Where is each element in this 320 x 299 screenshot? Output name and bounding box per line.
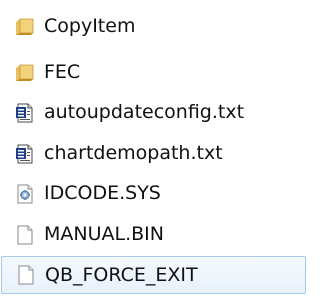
file-item-manual-bin[interactable]: MANUAL.BIN bbox=[0, 216, 308, 252]
blank-file-icon bbox=[15, 264, 37, 286]
folder-icon bbox=[14, 16, 36, 38]
system-file-icon bbox=[14, 183, 36, 205]
file-item-chartdemopath[interactable]: chartdemopath.txt bbox=[0, 135, 308, 171]
file-name: autoupdateconfig.txt bbox=[44, 101, 245, 123]
folder-icon bbox=[14, 62, 36, 84]
blank-file-icon bbox=[14, 224, 36, 246]
file-item-copyitem[interactable]: CopyItem bbox=[0, 8, 308, 44]
file-name: FEC bbox=[44, 61, 81, 83]
text-file-icon bbox=[14, 143, 36, 165]
text-file-icon bbox=[14, 102, 36, 124]
file-name: CopyItem bbox=[44, 15, 136, 37]
file-name: chartdemopath.txt bbox=[44, 142, 223, 164]
file-item-idcode-sys[interactable]: IDCODE.SYS bbox=[0, 175, 308, 211]
file-list: CopyItem FEC autoupdateconfig.txt chartd… bbox=[0, 0, 308, 299]
file-name: QB_FORCE_EXIT bbox=[45, 264, 198, 286]
file-name: MANUAL.BIN bbox=[44, 223, 164, 245]
file-item-qb-force-exit[interactable]: QB_FORCE_EXIT bbox=[1, 256, 306, 294]
file-item-autoupdateconfig[interactable]: autoupdateconfig.txt bbox=[0, 94, 308, 130]
file-name: IDCODE.SYS bbox=[44, 182, 161, 204]
file-item-fec[interactable]: FEC bbox=[0, 54, 308, 90]
